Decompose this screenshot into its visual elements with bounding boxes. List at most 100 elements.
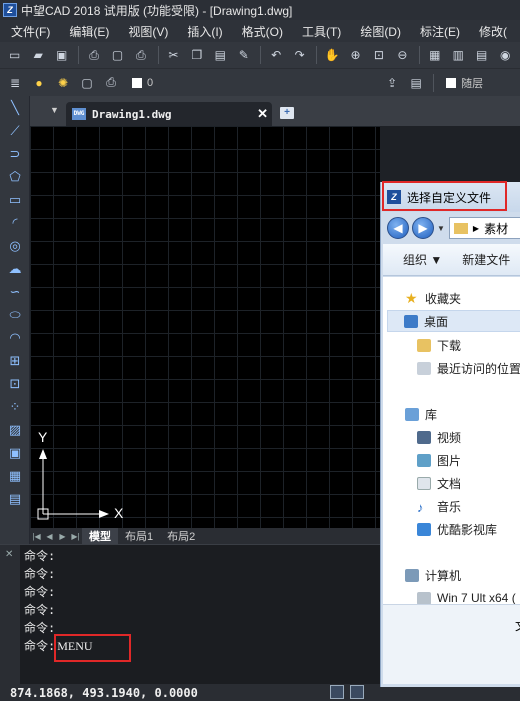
circle-icon[interactable]: ◎ xyxy=(0,234,30,257)
design-center-icon[interactable]: ▥ xyxy=(450,47,467,63)
insert-block-icon[interactable]: ⊞ xyxy=(0,349,30,372)
nav-documents[interactable]: 文档 xyxy=(417,472,461,494)
tab-layout2[interactable]: 布局2 xyxy=(160,528,202,544)
forward-arrow-icon[interactable]: ▶ xyxy=(412,217,434,239)
nav-music[interactable]: ♪ 音乐 xyxy=(417,495,461,517)
mtext-icon[interactable]: ▤ xyxy=(0,487,30,510)
prev-layout-icon[interactable]: ◀ xyxy=(43,532,56,541)
nav-pictures[interactable]: 图片 xyxy=(417,449,461,471)
organize-button[interactable]: 组织 ▼ xyxy=(383,251,442,268)
layer-plot-icon[interactable]: ⎙ xyxy=(102,75,120,91)
make-block-icon[interactable]: ⊡ xyxy=(0,372,30,395)
color-swatch xyxy=(446,77,457,88)
region-icon[interactable]: ▣ xyxy=(0,441,30,464)
ellipse-icon[interactable]: ⬭ xyxy=(0,303,30,326)
layer-manager-icon[interactable]: ≣ xyxy=(6,75,24,91)
ellipse-arc-icon[interactable]: ◠ xyxy=(0,326,30,349)
grid-toggle-icon[interactable] xyxy=(350,685,364,699)
snap-toggle-icon[interactable] xyxy=(330,685,344,699)
libraries-icon xyxy=(405,407,419,421)
zoom-previous-icon[interactable]: ⊖ xyxy=(394,47,411,63)
revision-cloud-icon[interactable]: ☁ xyxy=(0,257,30,280)
menu-edit[interactable]: 编辑(E) xyxy=(58,23,117,40)
command-grip[interactable]: ✕ xyxy=(0,545,20,685)
match-properties-icon[interactable]: ✎ xyxy=(235,47,252,63)
nav-computer[interactable]: 计算机 xyxy=(405,564,461,586)
tab-list-arrow-icon[interactable]: ▼ xyxy=(50,105,59,115)
help-icon[interactable]: ◉ xyxy=(496,47,513,63)
breadcrumb-arrow-icon[interactable]: ▶ xyxy=(473,224,479,233)
tab-drawing1[interactable]: DWG Drawing1.dwg ✕ xyxy=(66,102,272,126)
zoom-window-icon[interactable]: ⊡ xyxy=(370,47,387,63)
zoom-realtime-icon[interactable]: ⊕ xyxy=(347,47,364,63)
make-layer-current-icon[interactable]: ⇪ xyxy=(383,75,401,91)
rectangle-icon[interactable]: ▭ xyxy=(0,188,30,211)
arc-icon[interactable]: ◜ xyxy=(0,211,30,234)
menu-dimension[interactable]: 标注(E) xyxy=(409,23,468,40)
first-layout-icon[interactable]: |◀ xyxy=(30,532,43,541)
close-tab-icon[interactable]: ✕ xyxy=(257,106,268,122)
drive-icon xyxy=(417,591,431,605)
nav-youku[interactable]: 优酷影视库 xyxy=(417,518,497,540)
properties-icon[interactable]: ▦ xyxy=(426,47,443,63)
line-icon[interactable]: ╲ xyxy=(0,96,30,119)
construction-line-icon[interactable]: ⟋ xyxy=(0,119,30,142)
color-dropdown[interactable]: 随层 xyxy=(446,75,483,91)
tab-layout1[interactable]: 布局1 xyxy=(118,528,160,544)
nav-desktop[interactable]: 桌面 xyxy=(387,310,520,332)
layout-tab-bar: |◀ ◀ ▶ ▶| 模型 布局1 布局2 xyxy=(30,528,380,544)
undo-icon[interactable]: ↶ xyxy=(267,47,284,63)
point-icon[interactable]: ⁘ xyxy=(0,395,30,418)
nav-libraries[interactable]: 库 xyxy=(405,403,437,425)
nav-recent-label: 最近访问的位置 xyxy=(437,361,520,376)
filename-label: 文 xyxy=(515,617,520,634)
layer-unlock-icon[interactable]: ▢ xyxy=(78,75,96,91)
toolbar-divider xyxy=(316,46,318,64)
menu-draw[interactable]: 绘图(D) xyxy=(349,23,409,40)
menu-tools[interactable]: 工具(T) xyxy=(291,23,349,40)
table-icon[interactable]: ▦ xyxy=(0,464,30,487)
next-layout-icon[interactable]: ▶ xyxy=(56,532,69,541)
nav-pictures-label: 图片 xyxy=(437,453,462,468)
nav-favorites[interactable]: ★ 收藏夹 xyxy=(405,287,461,309)
history-dropdown-icon[interactable]: ▼ xyxy=(437,224,445,233)
layer-previous-icon[interactable]: ▤ xyxy=(407,75,425,91)
publish-icon[interactable]: ⎙ xyxy=(132,47,149,63)
print-icon[interactable]: ⎙ xyxy=(85,47,102,63)
nav-downloads-label: 下载 xyxy=(437,338,462,353)
address-bar[interactable]: ▶ 素材 xyxy=(448,217,520,239)
nav-downloads[interactable]: 下载 xyxy=(417,334,461,356)
menu-modify[interactable]: 修改( xyxy=(468,23,515,40)
nav-recent[interactable]: 最近访问的位置 xyxy=(417,357,520,379)
redo-icon[interactable]: ↷ xyxy=(291,47,308,63)
menu-format[interactable]: 格式(O) xyxy=(231,23,291,40)
paste-icon[interactable]: ▤ xyxy=(212,47,229,63)
new-file-icon[interactable]: ▭ xyxy=(6,47,23,63)
menu-file[interactable]: 文件(F) xyxy=(0,23,58,40)
current-layer: 0 xyxy=(147,76,154,89)
polygon-icon[interactable]: ⬠ xyxy=(0,165,30,188)
cut-icon[interactable]: ✂ xyxy=(165,47,182,63)
spline-icon[interactable]: ∽ xyxy=(0,280,30,303)
layer-freeze-sun-icon[interactable]: ✺ xyxy=(54,75,72,91)
tool-palette-icon[interactable]: ▤ xyxy=(473,47,490,63)
pan-hand-icon[interactable]: ✋ xyxy=(323,47,340,63)
copy-icon[interactable]: ❐ xyxy=(188,47,205,63)
drawing-canvas[interactable]: Y X xyxy=(30,126,380,528)
layer-dropdown[interactable]: 0 xyxy=(132,77,153,89)
open-folder-icon[interactable]: ▰ xyxy=(29,47,46,63)
last-layout-icon[interactable]: ▶| xyxy=(69,532,82,541)
plot-preview-icon[interactable]: ▢ xyxy=(109,47,126,63)
layer-on-bulb-icon[interactable]: ● xyxy=(30,75,48,91)
back-arrow-icon[interactable]: ◀ xyxy=(387,217,409,239)
menu-insert[interactable]: 插入(I) xyxy=(176,23,230,40)
hatch-icon[interactable]: ▨ xyxy=(0,418,30,441)
save-icon[interactable]: ▣ xyxy=(53,47,70,63)
new-tab-icon[interactable]: + xyxy=(280,107,294,119)
menu-view[interactable]: 视图(V) xyxy=(117,23,176,40)
polyline-icon[interactable]: ⊃ xyxy=(0,142,30,165)
new-folder-button[interactable]: 新建文件 xyxy=(442,251,510,268)
nav-videos[interactable]: 视频 xyxy=(417,426,461,448)
tab-model[interactable]: 模型 xyxy=(82,528,118,544)
close-command-icon[interactable]: ✕ xyxy=(5,549,13,560)
